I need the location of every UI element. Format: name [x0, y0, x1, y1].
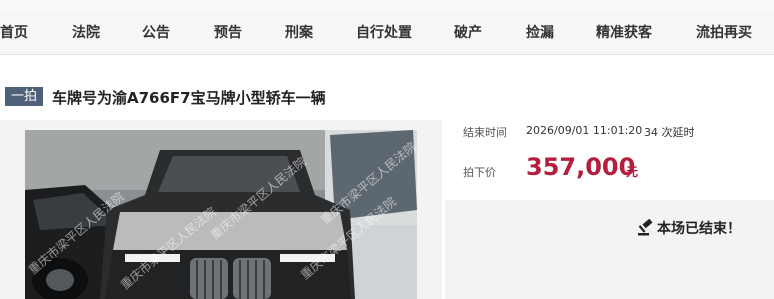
nav-item-precise-leads[interactable]: 精准获客 [596, 22, 652, 42]
delay-count: 34 次延时 [644, 126, 695, 139]
nav-item-preview[interactable]: 预告 [214, 22, 242, 42]
photo-area: 重庆市梁平区人民法院 重庆市梁平区人民法院 重庆市梁平区人民法院 重庆市梁平区人… [0, 120, 442, 299]
auction-status: 本场已结束！ [657, 221, 741, 237]
nav-item-bankruptcy[interactable]: 破产 [454, 22, 482, 42]
deal-price-label: 拍下价 [463, 166, 496, 179]
main-nav: 首页 法院 公告 预告 刑案 自行处置 破产 捡漏 精准获客 流拍再买 [0, 10, 774, 55]
top-strip [0, 0, 774, 10]
item-title: 车牌号为渝A766F7宝马牌小型轿车一辆 [52, 89, 326, 107]
deal-price: 357,000 [526, 153, 636, 181]
nav-item-bargain[interactable]: 捡漏 [526, 22, 554, 42]
auction-info-panel: 结束时间 2026/09/01 11:01:20 34 次延时 拍下价 357,… [445, 120, 774, 299]
currency-unit: 元 [626, 165, 639, 179]
round-badge: 一拍 [5, 87, 43, 106]
car-photo-illustration: 重庆市梁平区人民法院 重庆市梁平区人民法院 重庆市梁平区人民法院 重庆市梁平区人… [25, 130, 417, 299]
gavel-icon [638, 219, 653, 236]
end-time-value: 2026/09/01 11:01:20 [526, 124, 643, 137]
nav-item-criminal[interactable]: 刑案 [285, 22, 313, 42]
auction-status-box: 本场已结束！ [445, 200, 774, 299]
item-photo[interactable]: 重庆市梁平区人民法院 重庆市梁平区人民法院 重庆市梁平区人民法院 重庆市梁平区人… [25, 130, 417, 299]
end-time-label: 结束时间 [463, 126, 507, 139]
nav-item-home[interactable]: 首页 [0, 22, 28, 42]
nav-item-announcement[interactable]: 公告 [142, 22, 170, 42]
nav-item-court[interactable]: 法院 [72, 22, 100, 42]
nav-item-resale[interactable]: 流拍再买 [696, 22, 752, 42]
nav-item-self-disposal[interactable]: 自行处置 [356, 22, 412, 42]
auction-detail: 一拍 车牌号为渝A766F7宝马牌小型轿车一辆 重庆市梁平区人民法院 重庆市梁平… [0, 76, 774, 299]
